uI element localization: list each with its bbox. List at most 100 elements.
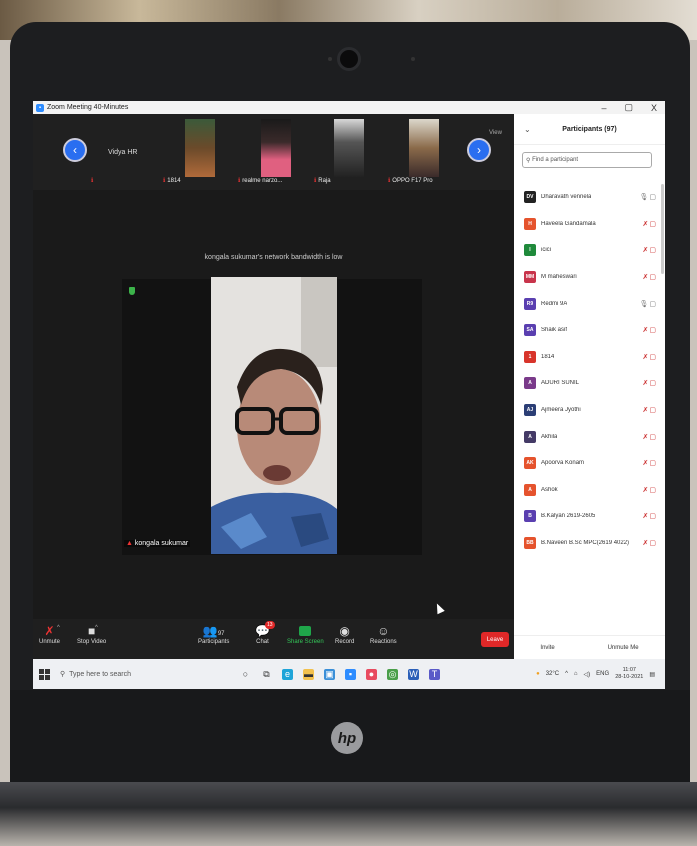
host-tile-name: Vidya HR xyxy=(108,149,138,156)
network-icon[interactable]: ⌂ xyxy=(574,671,578,677)
scrollbar[interactable] xyxy=(661,184,664,274)
reactions-button[interactable]: ☺ Reactions xyxy=(370,623,397,645)
taskbar-apps: ○ ⧉ e ▬ ▣ ▪ ● ◎ W T xyxy=(240,668,450,680)
participant-thumbnail-label: ℹ realme narzo... xyxy=(238,178,283,184)
clock[interactable]: 11:07 28-10-2021 xyxy=(615,667,643,681)
participant-row[interactable]: AK Apoorva Konam ✗▢ xyxy=(514,450,665,477)
chevron-up-icon[interactable]: ^ xyxy=(95,625,98,631)
cortana-icon[interactable]: ○ xyxy=(240,669,251,680)
task-view-icon[interactable]: ⧉ xyxy=(261,669,272,680)
participant-thumbnail[interactable] xyxy=(185,119,215,177)
view-button[interactable]: View xyxy=(489,130,502,136)
participant-name: Ashok xyxy=(541,486,558,493)
participant-thumbnail-label: ℹ Raja xyxy=(314,178,331,184)
avatar: AK xyxy=(524,457,536,470)
record-button[interactable]: ◉ Record xyxy=(335,623,354,645)
chevron-down-icon[interactable]: ⌄ xyxy=(524,125,531,134)
unmute-button[interactable]: ✗ ^ Unmute xyxy=(39,623,60,645)
notifications-icon[interactable]: ▤ xyxy=(649,671,655,678)
chat-unread-badge: 13 xyxy=(265,621,275,629)
taskbar-search-input[interactable]: ⚲ Type here to search xyxy=(60,670,210,679)
next-page-icon[interactable]: › xyxy=(467,138,491,162)
meeting-toolbar: ✗ ^ Unmute ■ ^ Stop Video 👥97 Participan… xyxy=(33,619,514,659)
chat-button[interactable]: 💬 13 Chat xyxy=(255,621,275,645)
participant-row[interactable]: SA Shaik asif ✗▢ xyxy=(514,317,665,344)
participant-thumbnail[interactable] xyxy=(261,119,291,177)
share-screen-button[interactable]: Share Screen xyxy=(287,623,324,645)
zoom-app-icon: ▪ xyxy=(36,103,44,112)
word-icon[interactable]: W xyxy=(408,668,419,680)
participant-row[interactable]: A ADURI SUNIL ✗▢ xyxy=(514,370,665,397)
participant-thumbnail[interactable] xyxy=(409,119,439,177)
close-button[interactable]: X xyxy=(651,103,657,113)
avatar: B xyxy=(524,510,536,523)
chrome-icon[interactable]: ◎ xyxy=(387,668,398,680)
participant-thumbnail[interactable] xyxy=(334,119,364,177)
windows-taskbar: ⚲ Type here to search ○ ⧉ e ▬ ▣ ▪ ● ◎ W … xyxy=(33,659,665,689)
app-icon[interactable]: ● xyxy=(366,668,377,680)
mic-muted-icon: ✗▢ xyxy=(642,407,657,415)
network-warning: kongala sukumar's network bandwidth is l… xyxy=(204,254,343,261)
windows-start-icon[interactable] xyxy=(39,668,50,680)
file-explorer-icon[interactable]: ▬ xyxy=(303,668,314,680)
avatar: BB xyxy=(524,537,536,550)
participant-row[interactable]: R9 Redmi 9A 🎙▢ xyxy=(514,290,665,317)
participant-row[interactable]: H Haveela Gandamala ✗▢ xyxy=(514,211,665,238)
participant-row[interactable]: Iicici ✗▢ xyxy=(514,237,665,264)
hp-logo: hp xyxy=(331,722,363,754)
avatar: MM xyxy=(524,271,536,284)
participant-row[interactable]: DV Dharavath vennela 🎙▢ xyxy=(514,184,665,211)
participant-row[interactable]: AJ Ajmeera Jyothi ✗▢ xyxy=(514,397,665,424)
stop-video-button[interactable]: ■ ^ Stop Video xyxy=(77,623,106,645)
participant-row[interactable]: A Akhila ✗▢ xyxy=(514,423,665,450)
participant-row[interactable]: B B.Kalyan 2619-2605 ✗▢ xyxy=(514,503,665,530)
participant-name: Haveela Gandamala xyxy=(541,220,596,227)
participant-row[interactable]: BB B.Naveen B.Sc MPC(2619 4022) ✗▢ xyxy=(514,530,665,557)
volume-icon[interactable]: ◁) xyxy=(584,671,591,678)
participant-search-input[interactable]: ⚲ Find a participant xyxy=(522,152,652,168)
webcam-sensor xyxy=(328,57,332,61)
maximize-button[interactable]: ▢ xyxy=(624,102,633,113)
participant-name: M maheswari xyxy=(541,274,577,281)
mic-icon: 🎙▢ xyxy=(639,300,657,308)
language-indicator[interactable]: ENG xyxy=(596,671,609,677)
participants-button[interactable]: 👥97 Participants xyxy=(198,623,229,645)
avatar: A xyxy=(524,430,536,443)
meeting-area: ‹ Vidya HR ℹ ℹ 1814 ℹ realme narzo... ℹ Raj… xyxy=(33,114,514,619)
leave-button[interactable]: Leave xyxy=(481,632,509,647)
invite-button[interactable]: Invite xyxy=(540,645,554,651)
window-title: Zoom Meeting 40-Minutes xyxy=(47,104,129,111)
store-icon[interactable]: ▣ xyxy=(324,668,335,680)
avatar: AJ xyxy=(524,404,536,417)
participant-thumbnail-label: ℹ 1814 xyxy=(163,178,181,184)
participant-thumbnail-label: ℹ OPPO F17 Pro xyxy=(388,178,433,184)
mic-muted-icon: ✗▢ xyxy=(642,460,657,468)
mic-icon: 🎙▢ xyxy=(639,194,657,202)
mouse-cursor-icon xyxy=(433,601,445,615)
mic-muted-icon: ✗▢ xyxy=(642,247,657,255)
video-strip: ‹ Vidya HR ℹ ℹ 1814 ℹ realme narzo... ℹ Raj… xyxy=(33,114,514,190)
unmute-me-button[interactable]: Unmute Me xyxy=(608,645,639,651)
avatar: DV xyxy=(524,191,536,204)
participant-name: B.Kalyan 2619-2605 xyxy=(541,513,596,520)
panel-footer: Invite Unmute Me xyxy=(514,635,665,660)
teams-icon[interactable]: T xyxy=(429,668,440,680)
laptop-base xyxy=(0,782,697,846)
chevron-up-icon[interactable]: ^ xyxy=(565,671,568,677)
participant-name: ADURI SUNIL xyxy=(541,380,580,387)
active-speaker-video xyxy=(211,277,337,554)
participant-row[interactable]: 1 1814 ✗▢ xyxy=(514,344,665,371)
security-shield-icon xyxy=(129,287,135,295)
chevron-up-icon[interactable]: ^ xyxy=(57,625,60,631)
speaker-video-frame xyxy=(211,277,337,554)
minimize-button[interactable]: – xyxy=(601,103,606,113)
avatar: I xyxy=(524,244,536,257)
prev-page-icon[interactable]: ‹ xyxy=(63,138,87,162)
edge-icon[interactable]: e xyxy=(282,668,293,680)
mic-muted-icon: ✗▢ xyxy=(642,353,657,361)
zoom-icon[interactable]: ▪ xyxy=(345,668,356,680)
participant-row[interactable]: MM M maheswari ✗▢ xyxy=(514,264,665,291)
weather-icon: ● xyxy=(536,671,540,677)
speaker-name-label: ▲ kongala sukumar xyxy=(124,540,191,547)
participant-row[interactable]: A Ashok ✗▢ xyxy=(514,477,665,504)
